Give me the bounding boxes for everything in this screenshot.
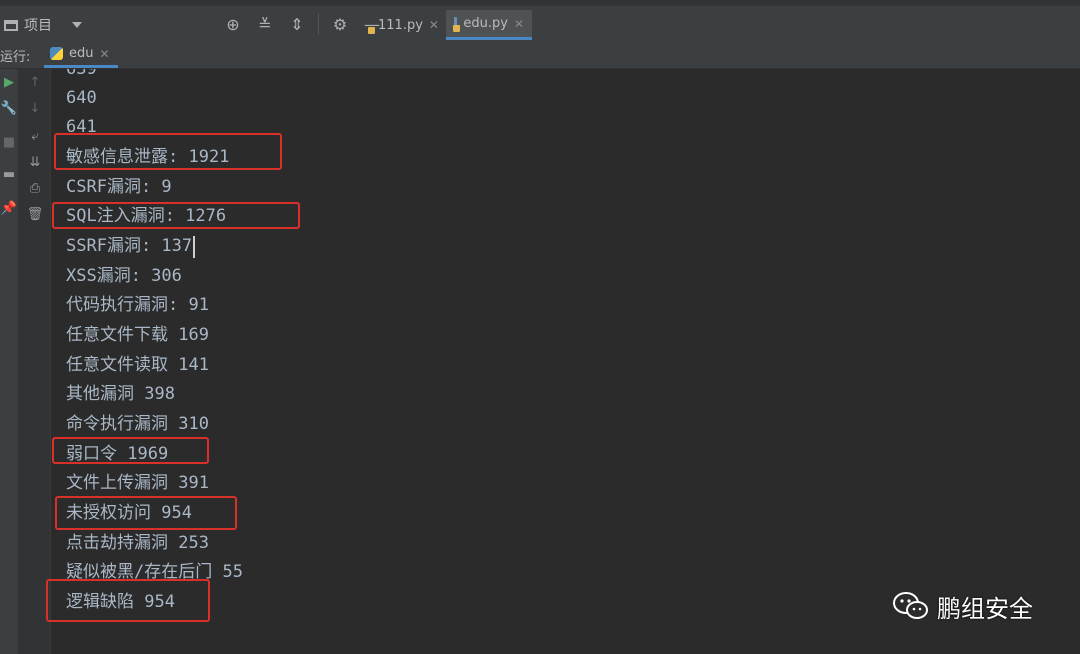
python-file-icon	[453, 17, 462, 32]
highlight-box	[54, 133, 282, 170]
text-cursor	[193, 236, 195, 258]
chevron-down-icon[interactable]	[72, 22, 82, 28]
run-tab-label: edu	[69, 46, 94, 61]
trash-icon[interactable]: 🗑	[26, 207, 44, 222]
close-icon[interactable]: ✕	[100, 47, 110, 61]
wrench-icon[interactable]: 🔧	[0, 101, 18, 116]
layout-icon[interactable]: ▬	[0, 167, 18, 182]
project-window-icon	[4, 19, 18, 31]
tab-edu-py[interactable]: edu.py ✕	[446, 10, 532, 40]
console-line: 639	[66, 69, 97, 79]
console-line: 文件上传漏洞 391	[66, 473, 209, 493]
crosshair-icon[interactable]: ⊕	[222, 15, 244, 34]
down-arrow-icon[interactable]: ↓	[26, 101, 44, 116]
project-tool-icons: ⊕ ≚ ⇕ ⚙ —	[222, 12, 383, 36]
highlight-box	[52, 437, 209, 464]
wechat-watermark: 鹏组安全	[893, 588, 1033, 624]
project-view-selector[interactable]: 项目	[4, 14, 82, 36]
tab-111-py[interactable]: 111.py ✕	[364, 10, 442, 40]
run-tab-edu[interactable]: edu ✕	[44, 42, 118, 68]
wechat-icon	[893, 592, 928, 619]
project-label: 项目	[24, 18, 52, 34]
console-line: 640	[66, 88, 97, 108]
console-line: CSRF漏洞: 9	[66, 177, 172, 197]
close-icon[interactable]: ✕	[514, 17, 524, 31]
console-line: 其他漏洞 398	[66, 384, 175, 404]
highlight-box	[52, 202, 300, 229]
console-line: 任意文件下载 169	[66, 325, 209, 345]
run-actions-gutter: ▶ 🔧 ■ ▬ 📌	[0, 69, 19, 654]
console-line: XSS漏洞: 306	[66, 266, 182, 286]
scroll-to-end-icon[interactable]: ⇊	[26, 155, 44, 170]
gear-icon[interactable]: ⚙	[329, 15, 351, 34]
console-actions-gutter: ↑ ↓ ⤶ ⇊ ⎙ 🗑	[19, 69, 51, 654]
window-title-strip	[0, 0, 1080, 6]
up-arrow-icon[interactable]: ↑	[26, 75, 44, 90]
toolbar-divider	[318, 13, 319, 35]
collapse-all-icon[interactable]: ≚	[254, 15, 276, 34]
pin-icon[interactable]: 📌	[0, 201, 18, 216]
highlight-box	[46, 579, 210, 622]
stop-icon[interactable]: ■	[0, 135, 18, 150]
tab-label: edu.py	[463, 16, 508, 31]
highlight-box	[55, 496, 237, 530]
run-tool-window-header: 运行: edu ✕	[0, 40, 1080, 69]
python-icon	[50, 47, 63, 60]
run-label: 运行:	[0, 50, 31, 65]
console-line: 点击劫持漏洞 253	[66, 533, 209, 553]
console-line: 命令执行漏洞 310	[66, 414, 209, 434]
print-icon[interactable]: ⎙	[26, 181, 44, 196]
watermark-text: 鹏组安全	[937, 594, 1033, 623]
top-toolbar: 项目 ⊕ ≚ ⇕ ⚙ — 111.py ✕ edu.py ✕	[0, 0, 1080, 41]
rerun-icon[interactable]: ▶	[0, 75, 18, 90]
close-icon[interactable]: ✕	[429, 18, 439, 32]
expand-all-icon[interactable]: ⇕	[286, 15, 308, 34]
console-line: 代码执行漏洞: 91	[66, 295, 209, 315]
console-line: 任意文件读取 141	[66, 355, 209, 375]
soft-wrap-icon[interactable]: ⤶	[26, 129, 44, 144]
console-line: SSRF漏洞: 137	[66, 236, 193, 256]
tab-label: 111.py	[378, 17, 423, 33]
